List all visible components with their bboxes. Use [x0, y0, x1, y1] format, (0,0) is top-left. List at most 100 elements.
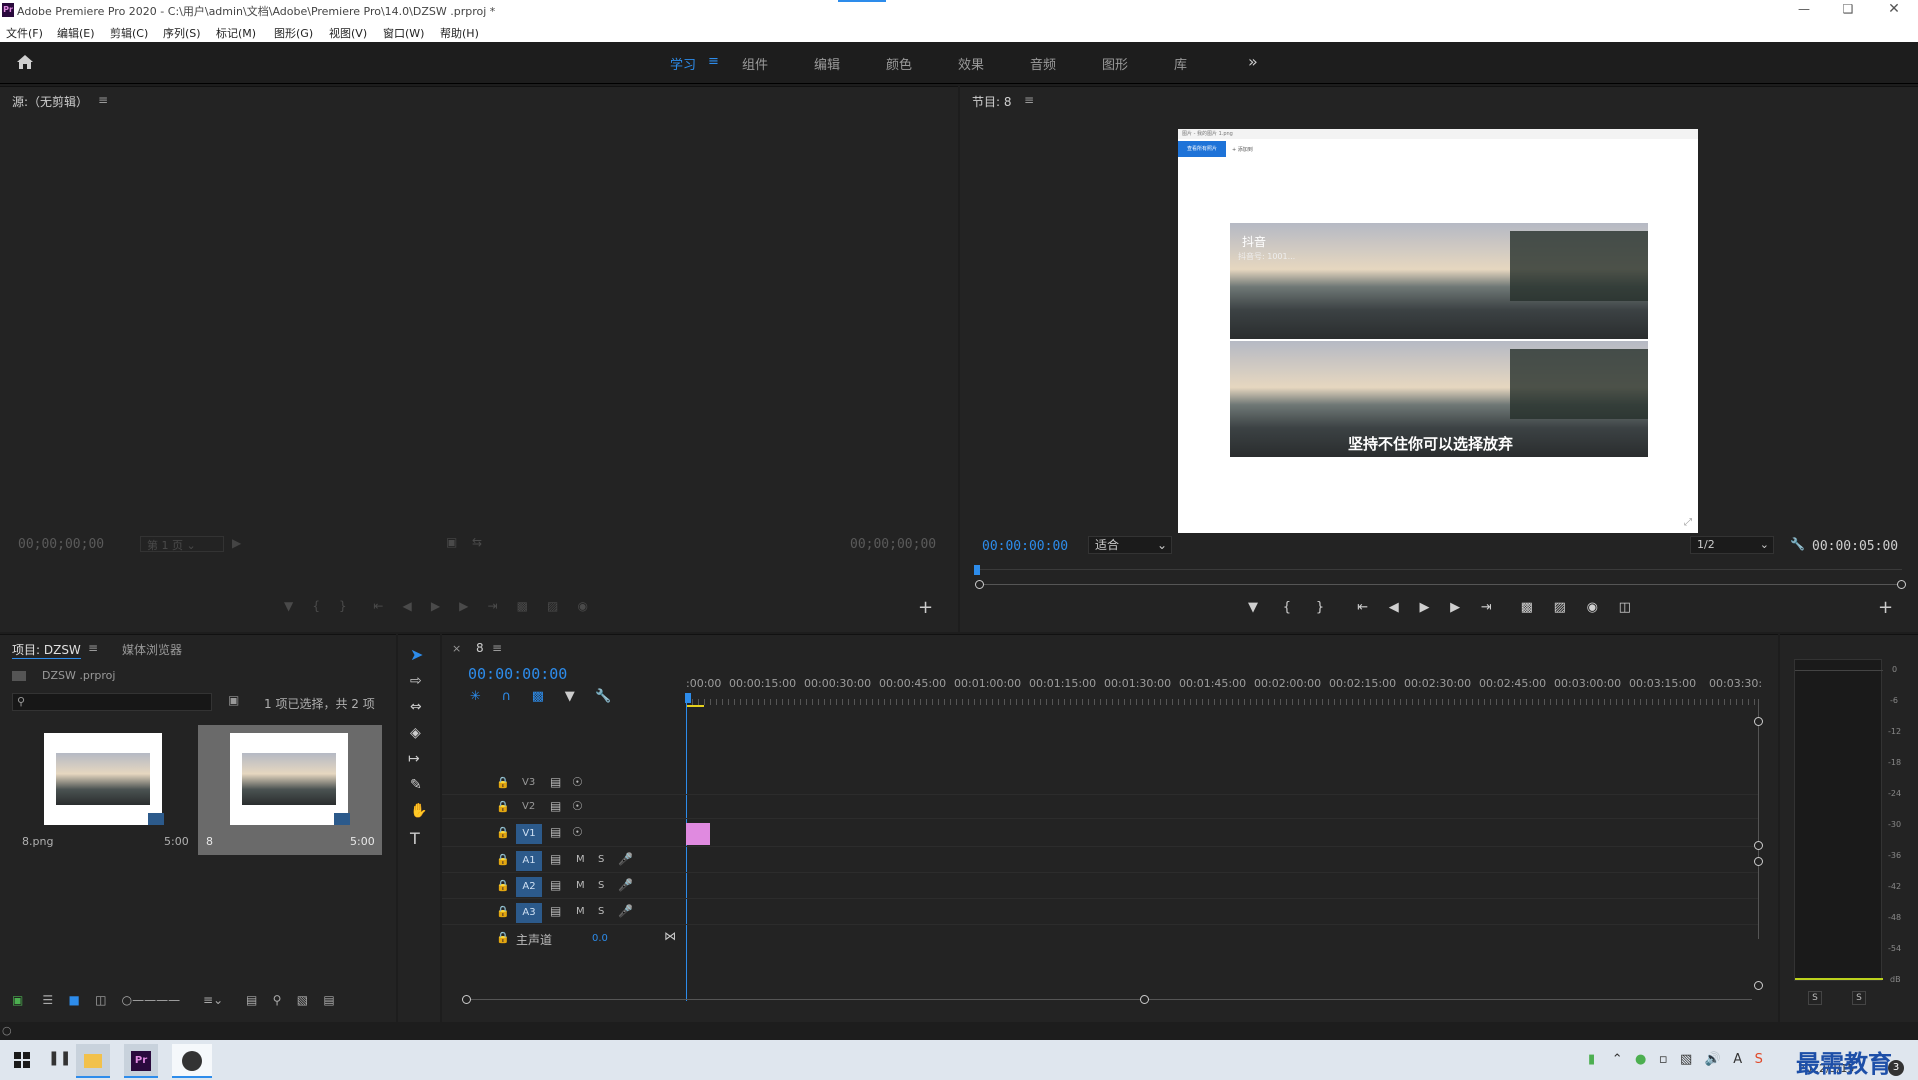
- notification-badge[interactable]: 3: [1888, 1060, 1904, 1076]
- timeline-marker-icon[interactable]: ▼: [565, 689, 575, 704]
- razor-tool-icon[interactable]: ◈: [410, 725, 421, 741]
- program-panel-menu-icon[interactable]: ≡: [1024, 93, 1034, 107]
- workspace-learn[interactable]: 学习: [670, 54, 696, 73]
- premiere-taskbar-icon[interactable]: Pr: [124, 1044, 158, 1078]
- track-target-a2[interactable]: A2: [516, 877, 542, 897]
- source-play-icon[interactable]: ▶: [232, 536, 241, 550]
- workspace-color[interactable]: 颜色: [886, 54, 912, 73]
- track-lock-icon[interactable]: 🔒: [496, 905, 510, 918]
- media-browser-tab[interactable]: 媒体浏览器: [122, 641, 182, 658]
- solo-button[interactable]: S: [598, 880, 604, 891]
- selection-tool-icon[interactable]: ➤: [410, 645, 423, 664]
- sync-lock-icon[interactable]: ▤: [550, 904, 561, 918]
- project-tab[interactable]: 项目: DZSW: [12, 641, 81, 659]
- resolution-select[interactable]: 1/2 ⌄: [1690, 536, 1774, 554]
- comparison-view-icon[interactable]: ◫: [1619, 600, 1631, 615]
- step-back-icon[interactable]: ◀: [1389, 600, 1399, 615]
- slip-tool-icon[interactable]: ↦: [408, 751, 420, 767]
- mark-out-icon[interactable]: }: [1316, 600, 1324, 615]
- source-step-back-icon[interactable]: ◀: [403, 599, 412, 613]
- hand-tool-icon[interactable]: ✋: [410, 803, 427, 819]
- source-play-button-icon[interactable]: ▶: [431, 599, 440, 613]
- project-item[interactable]: 8.png 5:00: [12, 725, 196, 855]
- go-to-out-icon[interactable]: ⇥: [1481, 600, 1492, 615]
- program-playhead[interactable]: [974, 565, 980, 575]
- source-goto-in-icon[interactable]: ⇤: [373, 599, 383, 613]
- solo-button[interactable]: S: [598, 854, 604, 865]
- workspace-menu-icon[interactable]: ≡: [708, 54, 719, 69]
- ripple-edit-tool-icon[interactable]: ⇔: [410, 699, 422, 715]
- track-lock-icon[interactable]: 🔒: [496, 826, 510, 839]
- new-search-bin-icon[interactable]: ▣: [228, 693, 239, 707]
- vscroll-handle-bottom[interactable]: [1754, 981, 1763, 990]
- minimize-button[interactable]: —: [1796, 2, 1812, 18]
- source-goto-out-icon[interactable]: ⇥: [487, 599, 497, 613]
- expand-icon[interactable]: ⤢: [1684, 517, 1692, 528]
- timeline-vscroll[interactable]: [1758, 699, 1759, 939]
- fit-select[interactable]: 适合 ⌄: [1088, 536, 1172, 554]
- tray-volume-icon[interactable]: 🔊: [1705, 1052, 1721, 1067]
- icon-view-icon[interactable]: ■: [68, 993, 79, 1007]
- menu-file[interactable]: 文件(F): [6, 25, 43, 41]
- sequence-tab[interactable]: 8: [476, 641, 484, 655]
- maximize-button[interactable]: ❑: [1840, 2, 1856, 18]
- vscroll-handle-top[interactable]: [1754, 717, 1763, 726]
- mic-icon[interactable]: 🎤: [618, 878, 633, 892]
- linked-selection-icon[interactable]: ▩: [532, 689, 544, 704]
- source-settings-icon[interactable]: ▣: [446, 535, 457, 549]
- sync-lock-icon[interactable]: ▤: [550, 825, 561, 839]
- zoom-slider-icon[interactable]: ○————: [122, 993, 180, 1007]
- more-workspaces-icon[interactable]: »: [1248, 52, 1258, 71]
- task-view-icon[interactable]: ❚❚: [48, 1050, 71, 1066]
- workspace-graphics[interactable]: 图形: [1102, 54, 1128, 73]
- track-eye-icon[interactable]: ☉: [572, 799, 583, 813]
- program-zoom-bar[interactable]: [978, 584, 1902, 585]
- home-icon[interactable]: [16, 54, 34, 70]
- source-panel-menu-icon[interactable]: ≡: [98, 93, 108, 107]
- wrench-icon[interactable]: 🔧: [1790, 537, 1805, 551]
- go-to-in-icon[interactable]: ⇤: [1357, 600, 1368, 615]
- windows-start-icon[interactable]: [14, 1052, 30, 1068]
- program-timecode[interactable]: 00:00:00:00: [982, 539, 1068, 554]
- video-clip[interactable]: [686, 823, 710, 845]
- timeline-panel-menu-icon[interactable]: ≡: [492, 641, 502, 655]
- source-export-frame-icon[interactable]: ◉: [577, 599, 587, 613]
- timeline-timecode[interactable]: 00:00:00:00: [468, 665, 567, 683]
- list-view-icon[interactable]: ☰: [42, 993, 53, 1007]
- track-select-tool-icon[interactable]: ⇨: [410, 673, 422, 689]
- track-target-a3[interactable]: A3: [516, 903, 542, 923]
- extract-icon[interactable]: ▨: [1554, 600, 1566, 615]
- track-target-v1[interactable]: V1: [516, 824, 542, 844]
- source-page-select[interactable]: 第 1 页 ⌄: [140, 536, 224, 552]
- close-sequence-icon[interactable]: ×: [452, 642, 461, 655]
- tray-ime-icon[interactable]: A: [1733, 1052, 1742, 1067]
- track-eye-icon[interactable]: ☉: [572, 775, 583, 789]
- menu-marker[interactable]: 标记(M): [216, 25, 256, 41]
- vscroll-handle-mid1[interactable]: [1754, 841, 1763, 850]
- track-lock-icon[interactable]: 🔒: [496, 776, 510, 789]
- nest-icon[interactable]: ✳: [470, 689, 481, 704]
- zoom-handle-left[interactable]: [975, 580, 984, 589]
- step-forward-icon[interactable]: ▶: [1450, 600, 1460, 615]
- pen-tool-icon[interactable]: ✎: [410, 777, 422, 793]
- freeform-view-icon[interactable]: ◫: [95, 993, 106, 1007]
- mute-button[interactable]: M: [576, 854, 585, 865]
- new-bin-icon[interactable]: ▧: [297, 993, 308, 1007]
- sort-icon[interactable]: ≡⌄: [203, 993, 223, 1007]
- track-target-a1[interactable]: A1: [516, 851, 542, 871]
- workspace-libraries[interactable]: 库: [1174, 54, 1187, 73]
- master-volume[interactable]: 0.0: [592, 933, 608, 944]
- program-add-button-icon[interactable]: +: [1878, 597, 1893, 618]
- source-marker-icon[interactable]: ▼: [284, 599, 293, 613]
- zoom-handle-right[interactable]: [1897, 580, 1906, 589]
- workspace-effects[interactable]: 效果: [958, 54, 984, 73]
- mute-button[interactable]: M: [576, 906, 585, 917]
- hscroll-handle-right[interactable]: [1140, 995, 1149, 1004]
- timeline-settings-icon[interactable]: 🔧: [595, 689, 611, 704]
- tray-usb-icon[interactable]: ▫: [1659, 1052, 1668, 1067]
- close-button[interactable]: ✕: [1886, 1, 1902, 17]
- menu-clip[interactable]: 剪辑(C): [110, 25, 148, 41]
- master-options-icon[interactable]: ⋈: [664, 929, 676, 943]
- find-icon[interactable]: ⚲: [273, 993, 282, 1007]
- workspace-audio[interactable]: 音频: [1030, 54, 1056, 73]
